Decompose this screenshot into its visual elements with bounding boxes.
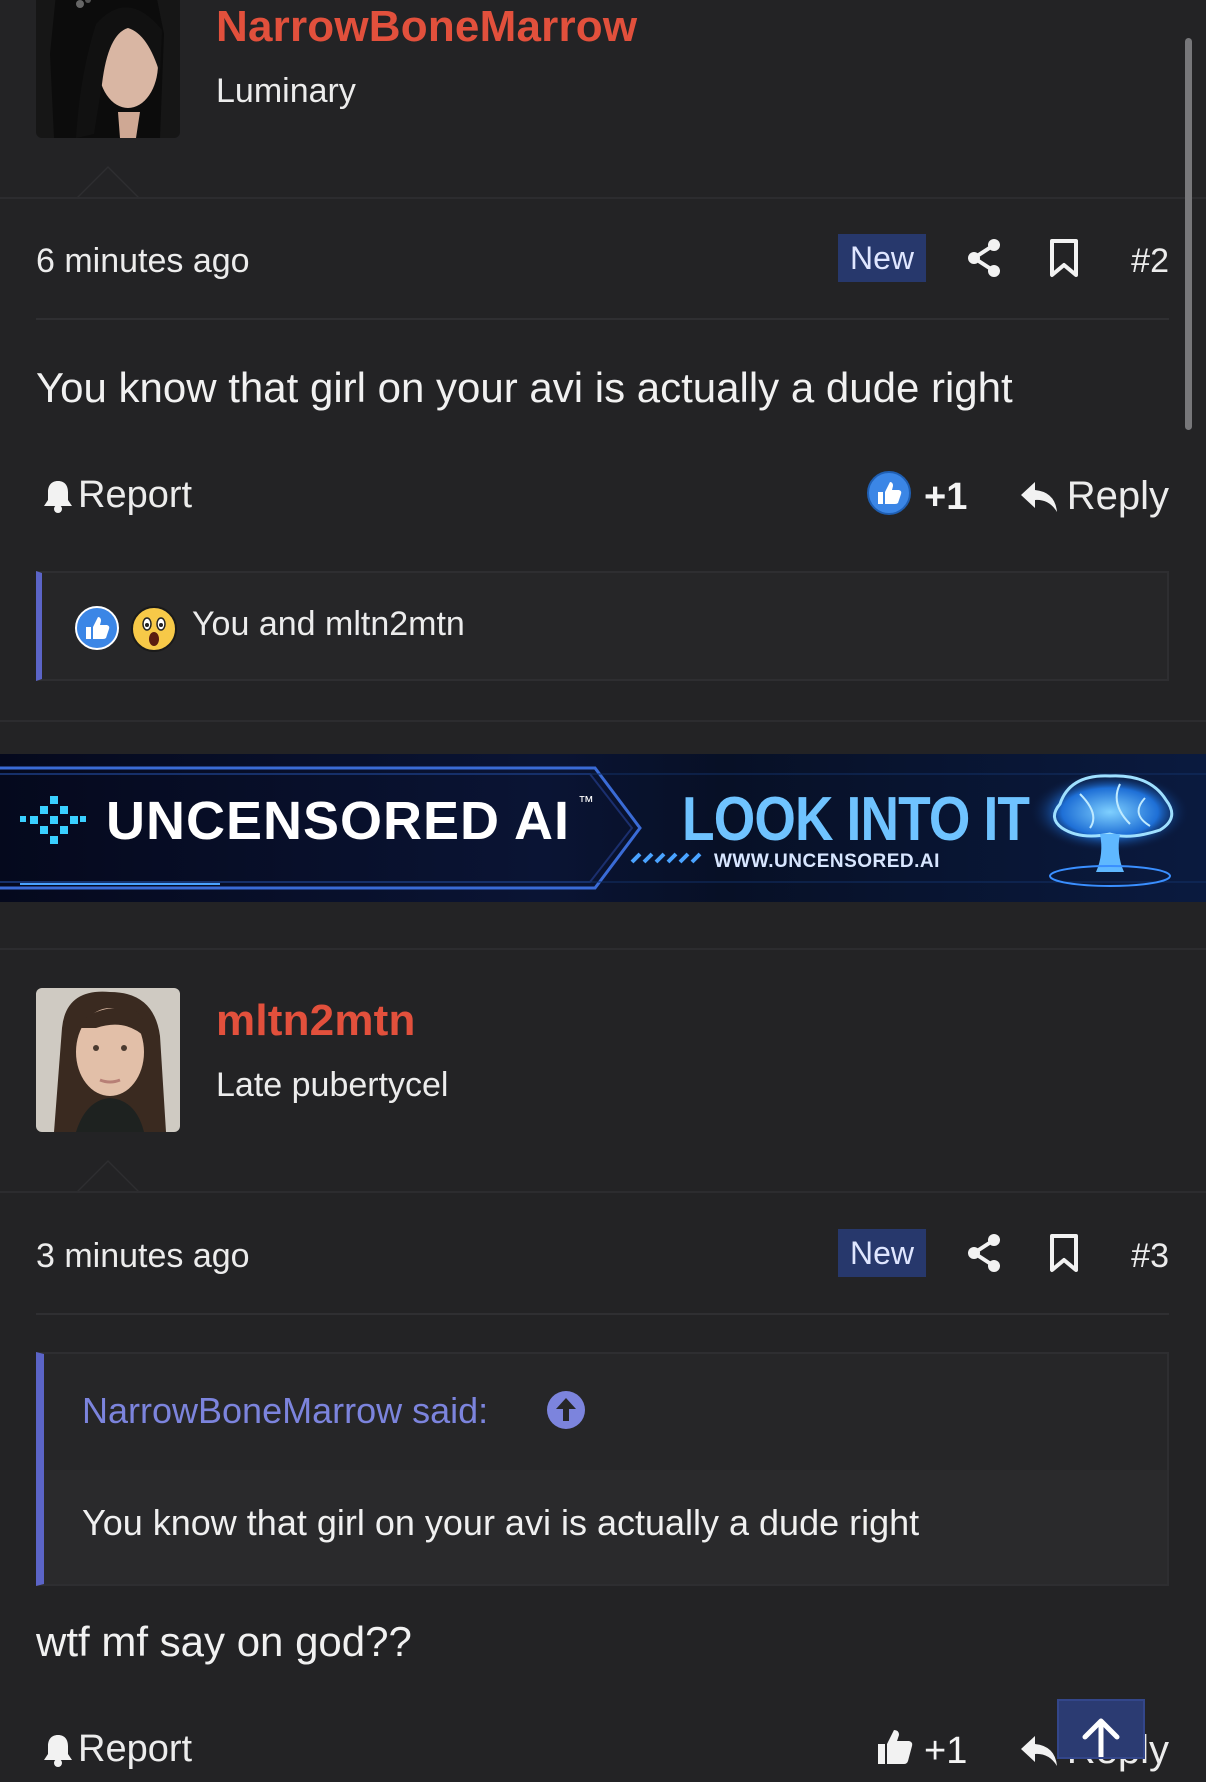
banner-tm: ™ xyxy=(578,794,594,811)
arrow-up-circle-icon[interactable] xyxy=(546,1390,586,1430)
avatar-pointer xyxy=(76,166,140,198)
post-header: NarrowBoneMarrow Luminary xyxy=(0,0,1206,199)
post-actions: Report +1 Reply xyxy=(36,468,1169,528)
reactions-text[interactable]: You and mltn2mtn xyxy=(192,605,465,644)
ad-banner[interactable]: UNCENSORED AI ™ LOOK INTO IT WWW.UNCENSO… xyxy=(0,754,1206,902)
post-divider xyxy=(0,720,1206,722)
quote-text: You know that girl on your avi is actual… xyxy=(82,1502,920,1543)
user-title: Luminary xyxy=(216,72,356,110)
bookmark-icon[interactable] xyxy=(1049,238,1079,278)
avatar[interactable] xyxy=(36,0,180,138)
reply-arrow-icon xyxy=(1020,1735,1057,1766)
post-time[interactable]: 6 minutes ago xyxy=(36,242,250,281)
post-body: You know that girl on your avi is actual… xyxy=(36,364,1013,411)
new-badge: New xyxy=(837,234,926,282)
reply-arrow-icon xyxy=(1020,481,1057,512)
bookmark-icon[interactable] xyxy=(1049,1233,1079,1273)
reply-button[interactable]: Reply xyxy=(1019,474,1169,519)
post-time[interactable]: 3 minutes ago xyxy=(36,1237,250,1276)
meta-divider xyxy=(36,1313,1169,1315)
arrow-up-icon xyxy=(1082,1718,1120,1757)
avatar[interactable] xyxy=(36,988,180,1132)
username[interactable]: mltn2mtn xyxy=(216,996,416,1046)
reactions-summary[interactable]: You and mltn2mtn xyxy=(36,571,1169,681)
new-badge: New xyxy=(837,1229,926,1277)
banner-brand: UNCENSORED AI xyxy=(106,791,571,851)
thumbs-up-icon[interactable] xyxy=(866,470,912,516)
reply-label: Reply xyxy=(1066,474,1169,518)
report-label: Report xyxy=(78,474,193,516)
banner-cta: LOOK INTO IT xyxy=(682,785,1030,854)
post-divider xyxy=(0,948,1206,950)
quote-header[interactable]: NarrowBoneMarrow said: xyxy=(44,1354,1167,1470)
post-meta: 3 minutes ago New #3 xyxy=(36,1229,1169,1289)
avatar-pointer xyxy=(76,1160,140,1192)
username[interactable]: NarrowBoneMarrow xyxy=(216,2,637,52)
quote-block: NarrowBoneMarrow said: You know that gir… xyxy=(36,1352,1169,1586)
reaction-count[interactable]: +1 xyxy=(924,1730,967,1773)
quote-author[interactable]: NarrowBoneMarrow said: xyxy=(82,1390,488,1432)
quote-body: You know that girl on your avi is actual… xyxy=(44,1470,1167,1584)
reaction-count[interactable]: +1 xyxy=(924,476,967,519)
user-title: Late pubertycel xyxy=(216,1066,449,1104)
post-number[interactable]: #3 xyxy=(1131,1237,1169,1276)
thumbs-up-icon xyxy=(75,606,119,650)
scroll-to-top-button[interactable] xyxy=(1057,1699,1145,1759)
header-divider xyxy=(0,197,1206,199)
post-meta: 6 minutes ago New #2 xyxy=(36,234,1169,294)
report-button[interactable]: Report xyxy=(42,474,192,517)
scrollbar-thumb[interactable] xyxy=(1185,38,1192,430)
meta-divider xyxy=(36,318,1169,320)
post-number[interactable]: #2 xyxy=(1131,242,1169,281)
wow-face-icon xyxy=(131,606,177,652)
banner-url: WWW.UNCENSORED.AI xyxy=(714,851,940,872)
share-icon[interactable] xyxy=(966,238,1002,278)
header-divider xyxy=(0,1191,1206,1193)
bell-icon xyxy=(44,480,72,513)
post-body: wtf mf say on god?? xyxy=(36,1618,412,1665)
thumbs-up-icon[interactable] xyxy=(872,1724,918,1770)
share-icon[interactable] xyxy=(966,1233,1002,1273)
post-actions: Report +1 Reply xyxy=(36,1722,1169,1782)
